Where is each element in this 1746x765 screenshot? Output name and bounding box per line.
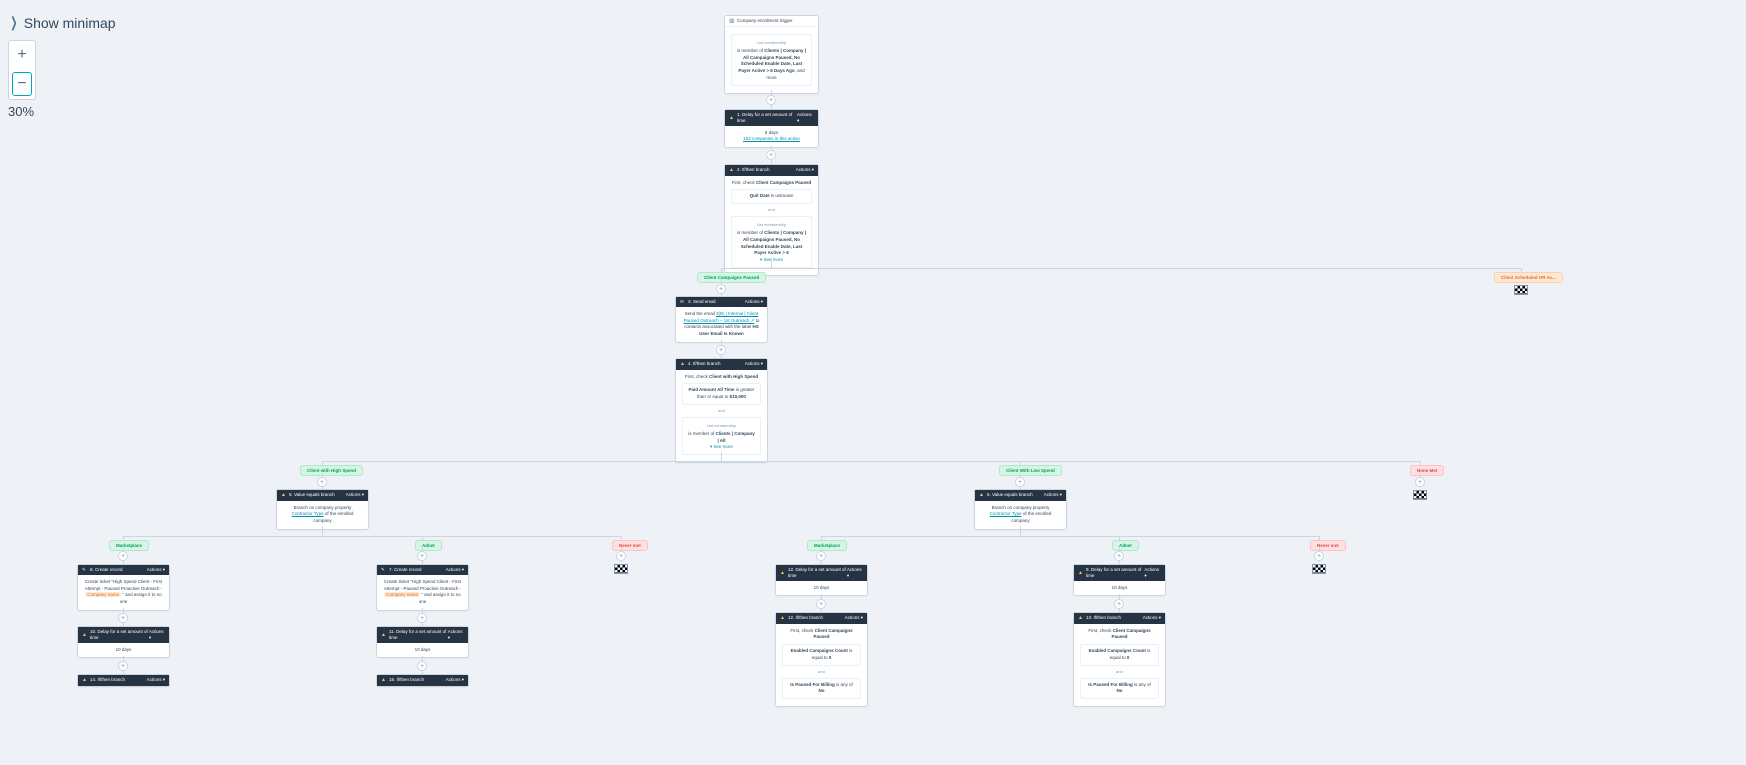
delay-card-12d[interactable]: ▲12. Delay for a set amount of timeActio… bbox=[775, 564, 868, 596]
add-step-button[interactable]: + bbox=[118, 661, 128, 671]
trigger-card[interactable]: 🏢Company enrollment trigger List members… bbox=[724, 15, 819, 94]
branch-pill[interactable]: None Met bbox=[1410, 465, 1444, 476]
add-step-button[interactable]: + bbox=[1015, 477, 1025, 487]
add-step-button[interactable]: + bbox=[816, 599, 826, 609]
branch-pill[interactable]: Adnet bbox=[415, 540, 442, 551]
branch-card-14[interactable]: ▲14. If/then branchActions ▾ bbox=[77, 674, 170, 687]
branch-card-12b[interactable]: ▲12. If/then branchActions ▾ First, chec… bbox=[775, 612, 868, 707]
warning-icon: ▲ bbox=[780, 615, 785, 622]
enrolled-count-link[interactable]: 153 companies in this action bbox=[731, 136, 812, 143]
branch-pill[interactable]: Client With Low Spend bbox=[999, 465, 1062, 476]
branch-pill[interactable]: Marketplace bbox=[807, 540, 847, 551]
zoom-level-label: 30% bbox=[8, 104, 34, 119]
actions-menu[interactable]: Actions ▾ bbox=[845, 615, 863, 621]
minimap-label: Show minimap bbox=[24, 15, 116, 31]
warning-icon: ▲ bbox=[729, 115, 734, 122]
create-record-card-7[interactable]: ✎7. Create recordActions ▾ Create ticket… bbox=[376, 564, 469, 611]
add-step-button[interactable]: + bbox=[1415, 477, 1425, 487]
end-flag-icon bbox=[614, 564, 628, 574]
actions-menu[interactable]: Actions ▾ bbox=[1144, 567, 1161, 579]
actions-menu[interactable]: Actions ▾ bbox=[745, 361, 763, 367]
add-step-button[interactable]: + bbox=[317, 477, 327, 487]
chevron-right-icon: ❯ bbox=[10, 14, 17, 31]
delay-card-1[interactable]: ▲1. Delay for a set amount of timeAction… bbox=[724, 109, 819, 148]
add-step-button[interactable]: + bbox=[716, 345, 726, 355]
branch-card-4[interactable]: ▲4. If/then branchActions ▾ First, check… bbox=[675, 358, 768, 463]
warning-icon: ▲ bbox=[381, 677, 386, 684]
actions-menu[interactable]: Actions ▾ bbox=[446, 677, 464, 683]
actions-menu[interactable]: Actions ▾ bbox=[147, 677, 165, 683]
actions-menu[interactable]: Actions ▾ bbox=[448, 629, 464, 641]
add-step-button[interactable]: + bbox=[766, 150, 776, 160]
add-step-button[interactable]: + bbox=[1314, 551, 1324, 561]
warning-icon: ▲ bbox=[1078, 570, 1083, 577]
actions-menu[interactable]: Actions ▾ bbox=[745, 299, 763, 305]
see-more-link[interactable]: ▾ See more bbox=[687, 444, 756, 451]
warning-icon: ▲ bbox=[82, 677, 87, 684]
add-step-button[interactable]: + bbox=[417, 661, 427, 671]
warning-icon: ▲ bbox=[82, 632, 87, 639]
add-step-button[interactable]: + bbox=[118, 613, 128, 623]
add-step-button[interactable]: + bbox=[417, 551, 427, 561]
warning-icon: ▲ bbox=[780, 570, 785, 577]
branch-pill[interactable]: Client Scheduled OR Ac... bbox=[1494, 272, 1563, 283]
mail-icon: ✉ bbox=[680, 299, 685, 304]
branch-pill[interactable]: Never met bbox=[612, 540, 648, 551]
add-step-button[interactable]: + bbox=[1114, 599, 1124, 609]
email-card-3[interactable]: ✉3. Send emailActions ▾ Send the email 3… bbox=[675, 296, 768, 343]
actions-menu[interactable]: Actions ▾ bbox=[446, 567, 464, 573]
end-flag-icon bbox=[1413, 490, 1427, 500]
end-flag-icon bbox=[1514, 285, 1528, 295]
show-minimap-toggle[interactable]: ❯ Show minimap bbox=[8, 14, 116, 31]
actions-menu[interactable]: Actions ▾ bbox=[796, 167, 814, 173]
zoom-out-button[interactable]: − bbox=[12, 72, 32, 96]
add-step-button[interactable]: + bbox=[1114, 551, 1124, 561]
delay-card-9d[interactable]: ▲9. Delay for a set amount of timeAction… bbox=[1073, 564, 1166, 596]
warning-icon: ▲ bbox=[680, 361, 685, 368]
actions-menu[interactable]: Actions ▾ bbox=[346, 492, 364, 498]
value-branch-card-5[interactable]: ▲5. Value equals branchActions ▾ Branch … bbox=[276, 489, 369, 530]
pencil-icon: ✎ bbox=[82, 567, 87, 572]
branch-card-15[interactable]: ▲15. If/then branchActions ▾ bbox=[376, 674, 469, 687]
branch-pill[interactable]: Client Campaigns Paused bbox=[697, 272, 766, 283]
branch-card-13b[interactable]: ▲13. If/then branchActions ▾ First, chec… bbox=[1073, 612, 1166, 707]
branch-pill[interactable]: Adnet bbox=[1112, 540, 1139, 551]
add-step-button[interactable]: + bbox=[417, 613, 427, 623]
warning-icon: ▲ bbox=[281, 492, 286, 499]
actions-menu[interactable]: Actions ▾ bbox=[147, 567, 165, 573]
add-step-button[interactable]: + bbox=[118, 551, 128, 561]
delay-card-10[interactable]: ▲10. Delay for a set amount of timeActio… bbox=[77, 626, 170, 658]
warning-icon: ▲ bbox=[381, 632, 386, 639]
delay-card-11[interactable]: ▲11. Delay for a set amount of timeActio… bbox=[376, 626, 469, 658]
building-icon: 🏢 bbox=[729, 18, 734, 23]
branch-pill[interactable]: Client with High Spend bbox=[300, 465, 363, 476]
end-flag-icon bbox=[1312, 564, 1326, 574]
zoom-controls: + − bbox=[8, 40, 36, 100]
actions-menu[interactable]: Actions ▾ bbox=[1044, 492, 1062, 498]
warning-icon: ▲ bbox=[729, 167, 734, 174]
add-step-button[interactable]: + bbox=[816, 551, 826, 561]
add-step-button[interactable]: + bbox=[616, 551, 626, 561]
actions-menu[interactable]: Actions ▾ bbox=[847, 567, 863, 579]
actions-menu[interactable]: Actions ▾ bbox=[797, 112, 814, 124]
add-step-button[interactable]: + bbox=[716, 284, 726, 294]
warning-icon: ▲ bbox=[979, 492, 984, 499]
add-step-button[interactable]: + bbox=[766, 95, 776, 105]
value-branch-card-6[interactable]: ▲6. Value equals branchActions ▾ Branch … bbox=[974, 489, 1067, 530]
branch-pill[interactable]: Never met bbox=[1310, 540, 1346, 551]
actions-menu[interactable]: Actions ▾ bbox=[1143, 615, 1161, 621]
zoom-in-button[interactable]: + bbox=[9, 41, 35, 69]
pencil-icon: ✎ bbox=[381, 567, 386, 572]
warning-icon: ▲ bbox=[1078, 615, 1083, 622]
actions-menu[interactable]: Actions ▾ bbox=[149, 629, 165, 641]
branch-pill[interactable]: Marketplace bbox=[109, 540, 149, 551]
create-record-card-8[interactable]: ✎8. Create recordActions ▾ Create ticket… bbox=[77, 564, 170, 611]
